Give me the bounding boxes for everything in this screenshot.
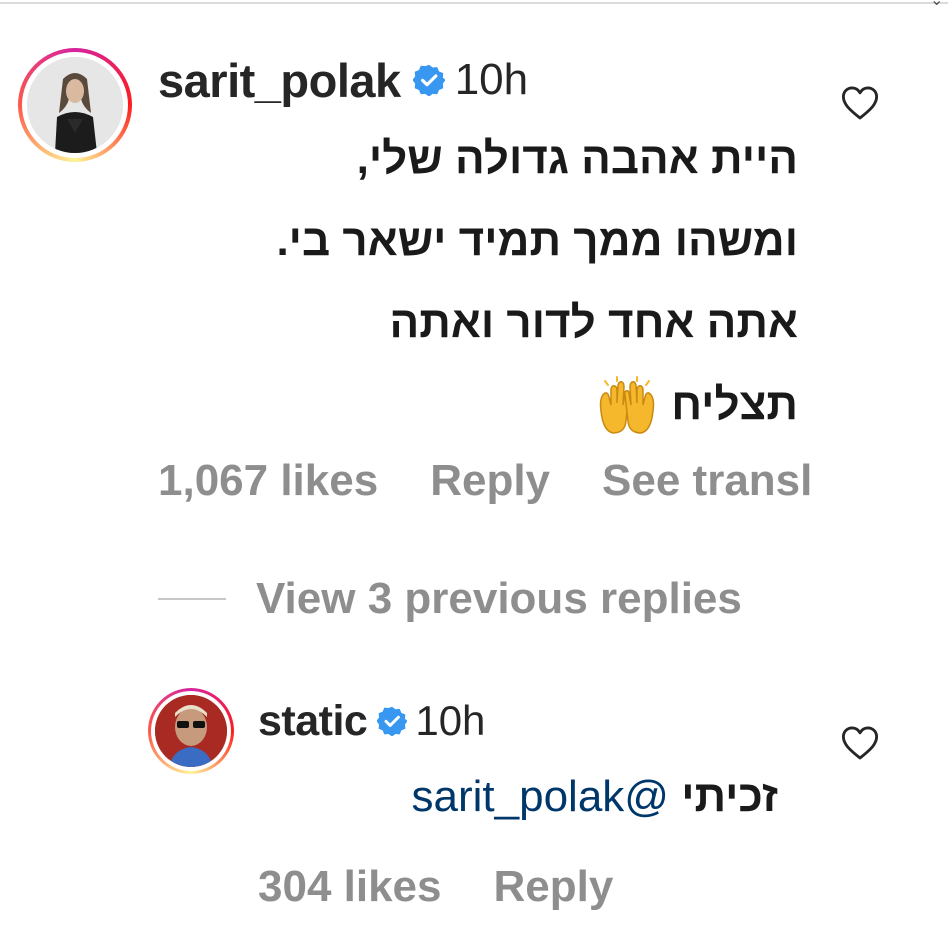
raising-hands-emoji-icon bbox=[595, 375, 659, 439]
like-heart-icon[interactable] bbox=[841, 85, 879, 121]
avatar[interactable] bbox=[18, 48, 132, 162]
reply-text: זכיתי @sarit_polak bbox=[258, 762, 778, 832]
reply-actions: 304 likes Reply bbox=[258, 862, 665, 912]
comment-text: היית אהבה גדולה שלי, ומשהו ממך תמיד ישאר… bbox=[158, 118, 798, 446]
verified-badge-icon bbox=[412, 64, 446, 97]
reply-username[interactable]: static bbox=[258, 697, 368, 746]
avatar-photo bbox=[27, 57, 123, 153]
comment-username[interactable]: sarit_polak bbox=[158, 53, 401, 108]
view-replies-button[interactable]: View 3 previous replies bbox=[158, 574, 742, 624]
reply-time: 10h bbox=[415, 697, 486, 744]
reply-avatar[interactable] bbox=[148, 688, 234, 774]
comment-line: אתה אחד לדור ואתה bbox=[389, 298, 798, 347]
reply-likes-count[interactable]: 304 likes bbox=[258, 862, 442, 912]
verified-badge-icon bbox=[376, 706, 408, 737]
see-translation-button[interactable]: See transl bbox=[602, 456, 812, 506]
comment-actions: 1,067 likes Reply See transl bbox=[158, 456, 864, 506]
view-replies-label: View 3 previous replies bbox=[256, 574, 742, 623]
reply-reply-button[interactable]: Reply bbox=[494, 862, 614, 912]
replies-divider bbox=[158, 598, 226, 600]
comment-time: 10h bbox=[454, 55, 529, 104]
reply-avatar-photo bbox=[155, 695, 227, 767]
comment-line: היית אהבה גדולה שלי, bbox=[356, 134, 798, 183]
comment-line: ומשהו ממך תמיד ישאר בי. bbox=[276, 216, 798, 265]
top-divider bbox=[0, 2, 948, 4]
mention-link[interactable]: @sarit_polak bbox=[412, 772, 669, 821]
reply-button[interactable]: Reply bbox=[430, 456, 550, 506]
like-heart-icon[interactable] bbox=[841, 725, 879, 761]
reply-body: זכיתי bbox=[681, 772, 778, 821]
comment-line: תצליח bbox=[671, 380, 798, 429]
likes-count[interactable]: 1,067 likes bbox=[158, 456, 378, 506]
chevron-down-icon: ⌄ bbox=[930, 0, 944, 9]
